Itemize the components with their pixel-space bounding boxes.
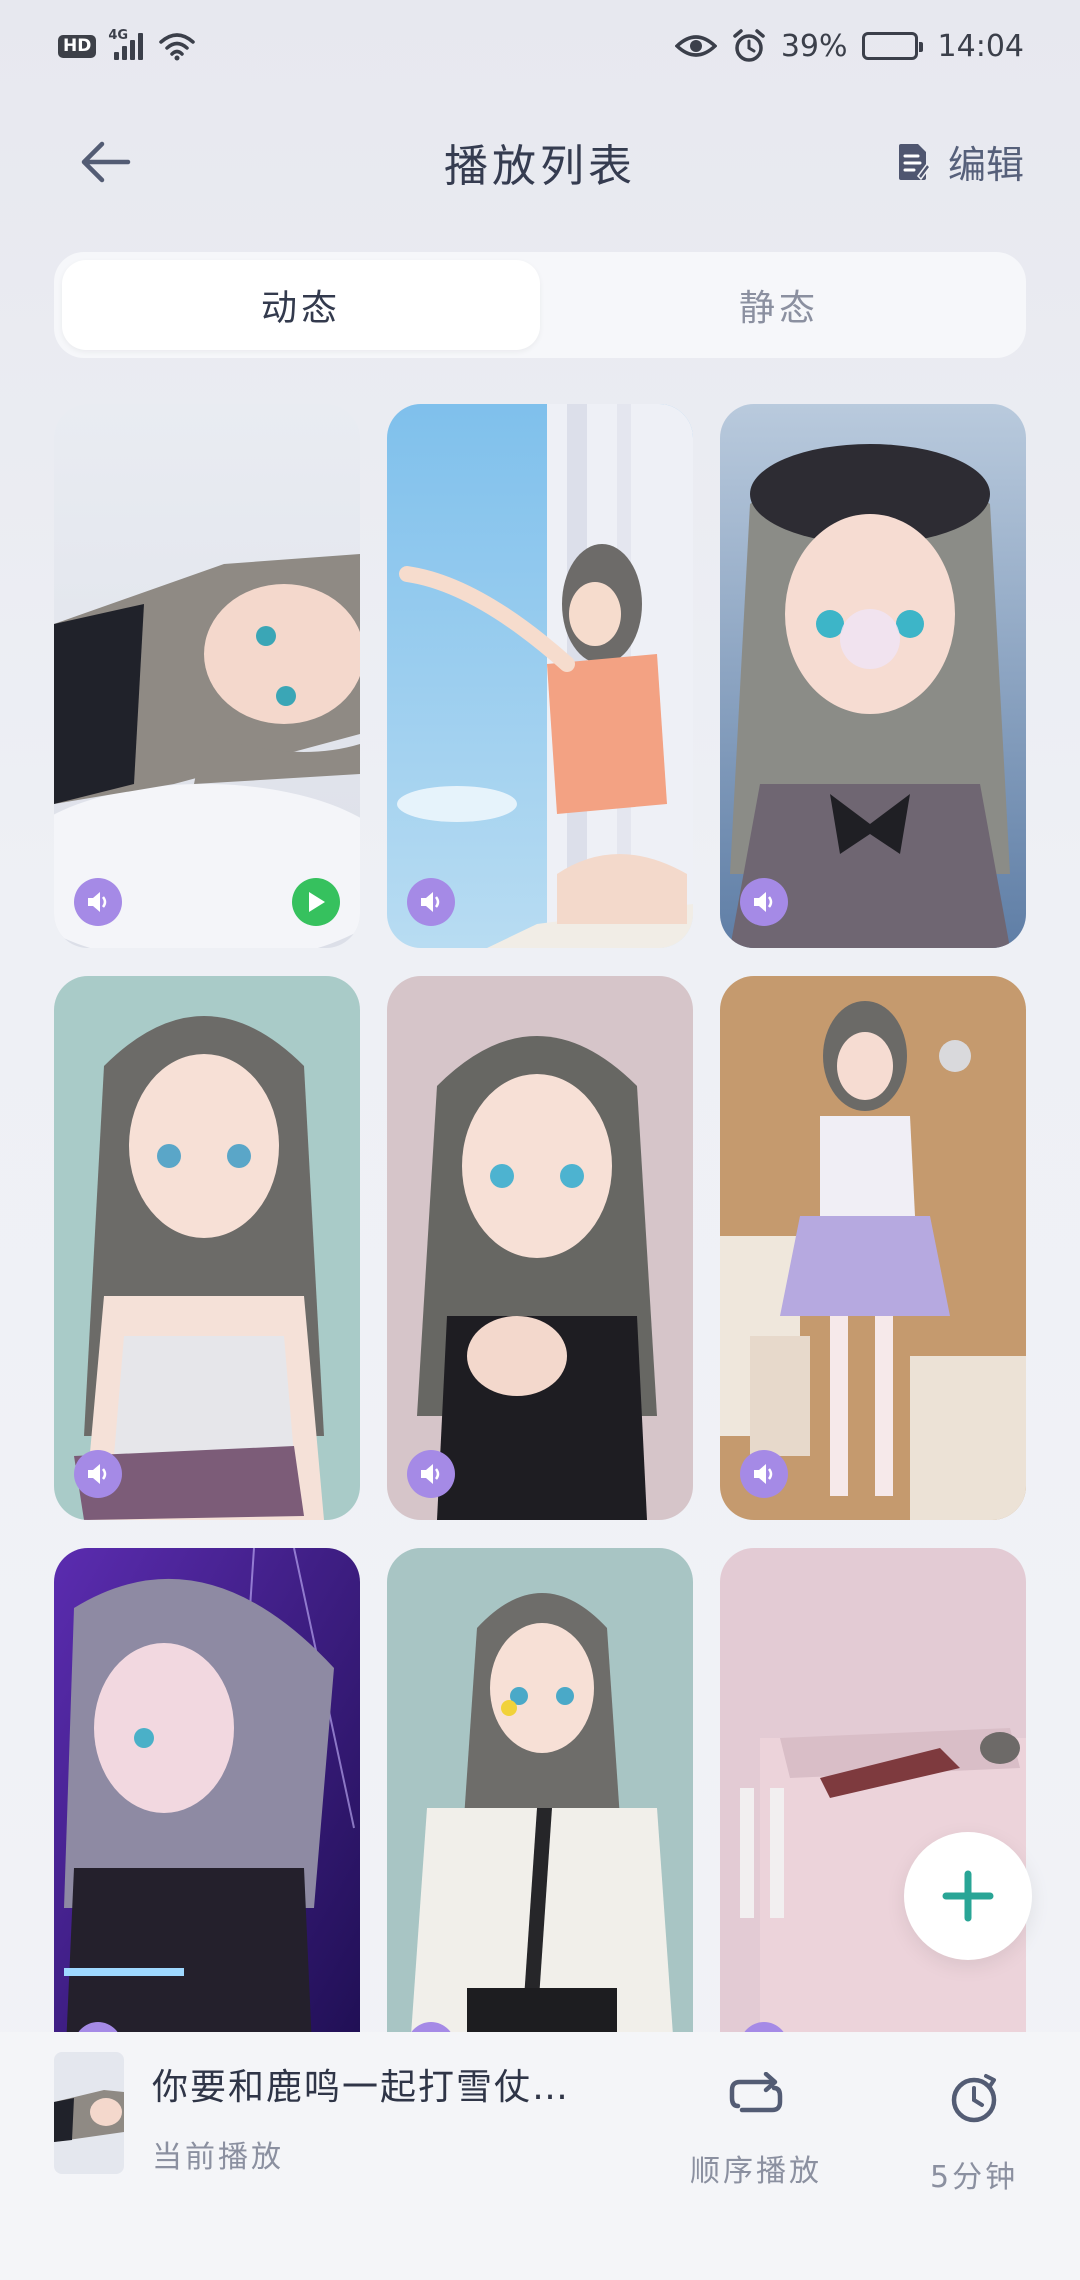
wallpaper-thumbnail (54, 1548, 360, 2032)
wallpaper-thumbnail (54, 976, 360, 1520)
timer-icon (951, 2074, 997, 2123)
back-arrow-icon[interactable] (80, 138, 132, 186)
screen: HD 4G 39% 14:04 播放列表 编辑 动态 静态 你要和鹿鸣一起打雪仗… (0, 0, 1080, 2280)
volume-icon (421, 1464, 440, 1484)
play-order-label: 顺序播放 (690, 2154, 822, 2189)
sound-badge[interactable] (407, 1450, 455, 1498)
tab-dynamic[interactable]: 动态 (62, 260, 540, 350)
repeat-icon (729, 2072, 783, 2113)
plus-icon (942, 1870, 994, 1922)
wallpaper-thumbnail (387, 1548, 693, 2032)
now-playing-title[interactable]: 你要和鹿鸣一起打雪仗… (152, 2058, 570, 2110)
network-type: 4G (108, 28, 129, 43)
play-icon (309, 892, 325, 912)
wallpaper-thumbnail (720, 976, 1026, 1520)
wallpaper-card[interactable] (720, 1548, 1026, 2032)
wallpaper-grid (54, 404, 1026, 2032)
now-playing-thumbnail[interactable] (54, 2052, 124, 2174)
header: 播放列表 编辑 (0, 120, 1080, 204)
tab-static[interactable]: 静态 (540, 260, 1018, 350)
edit-button[interactable]: 编辑 (896, 134, 1024, 189)
sound-badge[interactable] (74, 1450, 122, 1498)
timer-label: 5分钟 (930, 2160, 1019, 2195)
volume-icon (88, 1464, 107, 1484)
page-title: 播放列表 (444, 141, 636, 192)
playing-badge[interactable] (292, 878, 340, 926)
now-playing-subtitle: 当前播放 (152, 2140, 284, 2175)
battery-icon (861, 32, 923, 60)
wallpaper-card[interactable] (387, 404, 693, 948)
sound-badge[interactable] (740, 1450, 788, 1498)
edit-document-icon (898, 143, 930, 180)
wifi-icon (159, 33, 196, 61)
volume-icon (754, 1464, 773, 1484)
wallpaper-thumbnail (54, 404, 360, 948)
sound-badge[interactable] (740, 878, 788, 926)
wallpaper-card[interactable] (387, 1548, 693, 2032)
volume-icon (88, 892, 107, 912)
sound-badge[interactable] (407, 878, 455, 926)
tab-bar: 动态 静态 (54, 252, 1026, 358)
wallpaper-card[interactable] (720, 404, 1026, 948)
add-wallpaper-button[interactable] (904, 1832, 1032, 1960)
status-bar: HD 4G 39% 14:04 (0, 0, 1080, 92)
wallpaper-card[interactable] (387, 976, 693, 1520)
status-time: 14:04 (937, 28, 1024, 64)
timer-button[interactable]: 5分钟 (930, 2072, 1018, 2196)
battery-percent: 39% (780, 28, 848, 64)
sound-badge[interactable] (74, 878, 122, 926)
eye-icon (674, 35, 717, 57)
wallpaper-thumbnail (387, 976, 693, 1520)
wallpaper-card[interactable] (720, 976, 1026, 1520)
hd-icon: HD (58, 34, 97, 58)
signal-icon: 4G (108, 28, 144, 60)
edit-label: 编辑 (947, 143, 1024, 187)
alarm-icon (733, 29, 765, 62)
wallpaper-thumbnail (720, 404, 1026, 948)
now-playing-bar: 你要和鹿鸣一起打雪仗… 当前播放 顺序播放 5分钟 (0, 2032, 1080, 2280)
wallpaper-thumbnail (387, 404, 693, 948)
play-order-button[interactable]: 顺序播放 (690, 2072, 822, 2190)
volume-icon (421, 892, 440, 912)
wallpaper-card[interactable] (54, 976, 360, 1520)
volume-icon (754, 892, 773, 912)
status-right: 39% 14:04 (674, 28, 1024, 64)
wallpaper-card[interactable] (54, 404, 360, 948)
wallpaper-thumbnail (720, 1548, 1026, 2032)
status-left: HD 4G (58, 28, 197, 62)
wallpaper-card[interactable] (54, 1548, 360, 2032)
